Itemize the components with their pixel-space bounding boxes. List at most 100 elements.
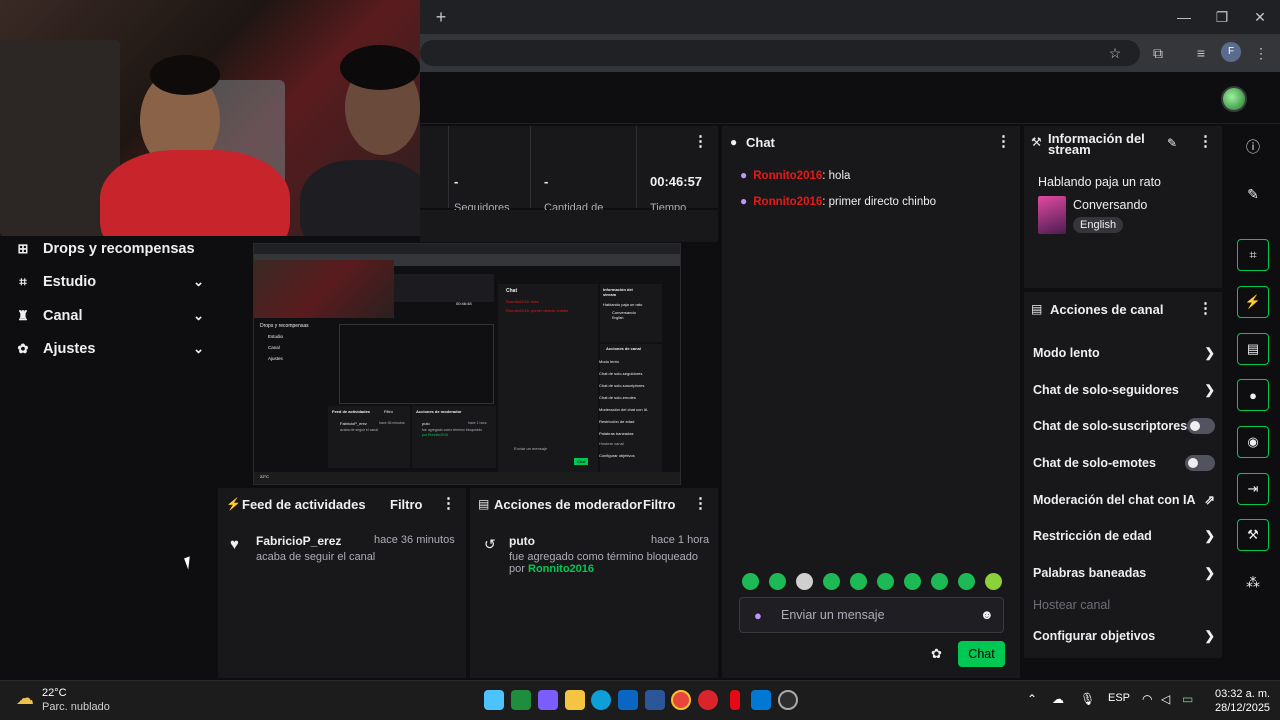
- send-chat-button[interactable]: Chat: [958, 641, 1005, 667]
- weather-icon[interactable]: ☁: [16, 688, 34, 709]
- chat-username[interactable]: Ronnito2016: [753, 170, 822, 182]
- action-age-restriction[interactable]: Restricción de edad ❯: [1033, 528, 1215, 544]
- broadcast-icon[interactable]: ◉: [1237, 426, 1269, 458]
- stream-info-menu-icon[interactable]: ⋮: [1198, 134, 1213, 149]
- obs-icon[interactable]: [778, 690, 798, 710]
- emote-icon[interactable]: [742, 573, 759, 590]
- emote-icon[interactable]: [877, 573, 894, 590]
- input-language[interactable]: ESP: [1108, 692, 1130, 704]
- volume-icon[interactable]: ◁: [1161, 692, 1170, 706]
- mod-time: hace 1 hora: [651, 534, 710, 546]
- emotes-only-toggle[interactable]: [1185, 455, 1215, 471]
- mod-username[interactable]: Ronnito2016: [528, 563, 594, 575]
- wrench-icon: ⚒: [1031, 135, 1042, 149]
- emote-icon[interactable]: [931, 573, 948, 590]
- excel-icon[interactable]: [511, 690, 531, 710]
- chat-menu-icon[interactable]: ⋮: [996, 134, 1011, 149]
- sidebar-item-drops[interactable]: ⊞ Drops y recompensas: [14, 237, 204, 261]
- emote-icon[interactable]: [850, 573, 867, 590]
- chat-settings-gear-icon[interactable]: ✿: [931, 646, 942, 662]
- profile-avatar[interactable]: F: [1221, 42, 1241, 62]
- bookmark-star-icon[interactable]: ☆: [1104, 42, 1126, 64]
- wifi-icon[interactable]: ◠: [1142, 692, 1152, 706]
- store-icon[interactable]: [751, 690, 771, 710]
- media-control-icon[interactable]: ≡: [1190, 42, 1212, 64]
- sidebar-item-studio[interactable]: ⌗ Estudio ⌄: [14, 270, 204, 294]
- action-followers-only[interactable]: Chat de solo-seguidores ❯: [1033, 382, 1215, 398]
- action-emotes-only[interactable]: Chat de solo-emotes: [1033, 455, 1215, 471]
- action-ai-moderation[interactable]: Moderación del chat con IA ⇗: [1033, 492, 1215, 508]
- stream-category[interactable]: Conversando: [1073, 198, 1147, 212]
- stats-menu-icon[interactable]: ⋮: [693, 134, 708, 149]
- microphone-icon[interactable]: 🎙: [1080, 692, 1095, 706]
- tray-expand-icon[interactable]: ⌃: [1027, 692, 1037, 706]
- chat-title: Chat: [746, 135, 775, 150]
- edge-icon[interactable]: [591, 690, 611, 710]
- sidebar-item-settings[interactable]: ✿ Ajustes ⌄: [14, 337, 204, 361]
- chat-input[interactable]: ● Enviar un mensaje ☻: [739, 597, 1004, 633]
- mod-menu-icon[interactable]: ⋮: [693, 496, 708, 511]
- onedrive-icon[interactable]: ☁: [1052, 692, 1064, 706]
- action-subscribers-only[interactable]: Chat de solo-suscriptores: [1033, 418, 1215, 434]
- file-explorer-icon[interactable]: [565, 690, 585, 710]
- chat-text: : hola: [822, 170, 851, 182]
- preview-text: Canal: [268, 345, 280, 350]
- battery-icon[interactable]: ▭: [1182, 692, 1193, 706]
- wrench-icon[interactable]: ⚒: [1237, 519, 1269, 551]
- browser-menu-icon[interactable]: ⋮: [1250, 42, 1272, 64]
- netflix-icon[interactable]: [730, 690, 740, 710]
- preview-text: Moderación del chat con IA: [599, 407, 648, 412]
- emote-icon[interactable]: [985, 573, 1002, 590]
- emote-icon[interactable]: [796, 573, 813, 590]
- new-tab-button[interactable]: +: [430, 6, 452, 28]
- clock-date[interactable]: 28/12/2025: [1215, 702, 1270, 714]
- copilot-icon[interactable]: [538, 690, 558, 710]
- chat-bubble-icon[interactable]: ●: [1237, 379, 1269, 411]
- minimize-button[interactable]: —: [1173, 6, 1195, 28]
- emote-icon[interactable]: [823, 573, 840, 590]
- chrome-icon[interactable]: [671, 690, 691, 710]
- activity-filter-button[interactable]: Filtro: [390, 497, 423, 512]
- emote-icon[interactable]: [904, 573, 921, 590]
- maximize-button[interactable]: ❐: [1211, 6, 1233, 28]
- screenshot-icon[interactable]: ⌗: [1237, 239, 1269, 271]
- outlook-icon[interactable]: [618, 690, 638, 710]
- chevron-right-icon: ❯: [1204, 346, 1215, 360]
- edit-pencil-icon[interactable]: ✎: [1167, 136, 1177, 150]
- stream-info-panel: ⚒ Información del stream ✎ ⋮ Hablando pa…: [1024, 126, 1222, 288]
- preview-text: Configurar objetivos: [599, 453, 635, 458]
- sidebar-item-channel[interactable]: ♜ Canal ⌄: [14, 304, 204, 328]
- action-slow-mode[interactable]: Modo lento ❯: [1033, 345, 1215, 361]
- bolt-icon[interactable]: ⚡: [1237, 286, 1269, 318]
- feed-user[interactable]: FabricioP_erez: [256, 534, 341, 548]
- notes-icon[interactable]: ▤: [1237, 333, 1269, 365]
- chat-username[interactable]: Ronnito2016: [753, 196, 822, 208]
- extensions-icon[interactable]: ⧉: [1147, 42, 1169, 64]
- user-avatar[interactable]: [1221, 86, 1247, 112]
- subscribers-only-toggle[interactable]: [1187, 418, 1215, 434]
- category-box-art[interactable]: [1038, 196, 1066, 234]
- activity-menu-icon[interactable]: ⋮: [441, 496, 456, 511]
- emote-icon[interactable]: [769, 573, 786, 590]
- chevron-down-icon: ⌄: [193, 274, 204, 289]
- channel-actions-menu-icon[interactable]: ⋮: [1198, 301, 1213, 316]
- action-configure-goals[interactable]: Configurar objetivos ❯: [1033, 628, 1215, 644]
- emote-icon[interactable]: [958, 573, 975, 590]
- mod-text: fue agregado como término bloqueado: [509, 551, 698, 563]
- chat-input-placeholder: Enviar un mensaje: [781, 608, 885, 622]
- opera-icon[interactable]: [698, 690, 718, 710]
- emoji-picker-icon[interactable]: ☻: [980, 607, 994, 622]
- edit-pencil-icon[interactable]: ✎: [1237, 178, 1269, 210]
- action-label: Restricción de edad: [1033, 528, 1152, 543]
- preview-text: Acciones de canal: [606, 346, 641, 351]
- add-widget-icon[interactable]: ⁂: [1237, 566, 1269, 598]
- action-banned-words[interactable]: Palabras baneadas ❯: [1033, 565, 1215, 581]
- raid-icon[interactable]: ⇥: [1237, 473, 1269, 505]
- close-window-button[interactable]: ✕: [1249, 6, 1271, 28]
- word-icon[interactable]: [645, 690, 665, 710]
- omnibox[interactable]: [420, 40, 1140, 66]
- clock-time[interactable]: 03:32 a. m.: [1215, 688, 1270, 700]
- mod-filter-button[interactable]: Filtro: [643, 497, 676, 512]
- info-icon[interactable]: ⓘ: [1237, 131, 1269, 163]
- start-icon[interactable]: [484, 690, 504, 710]
